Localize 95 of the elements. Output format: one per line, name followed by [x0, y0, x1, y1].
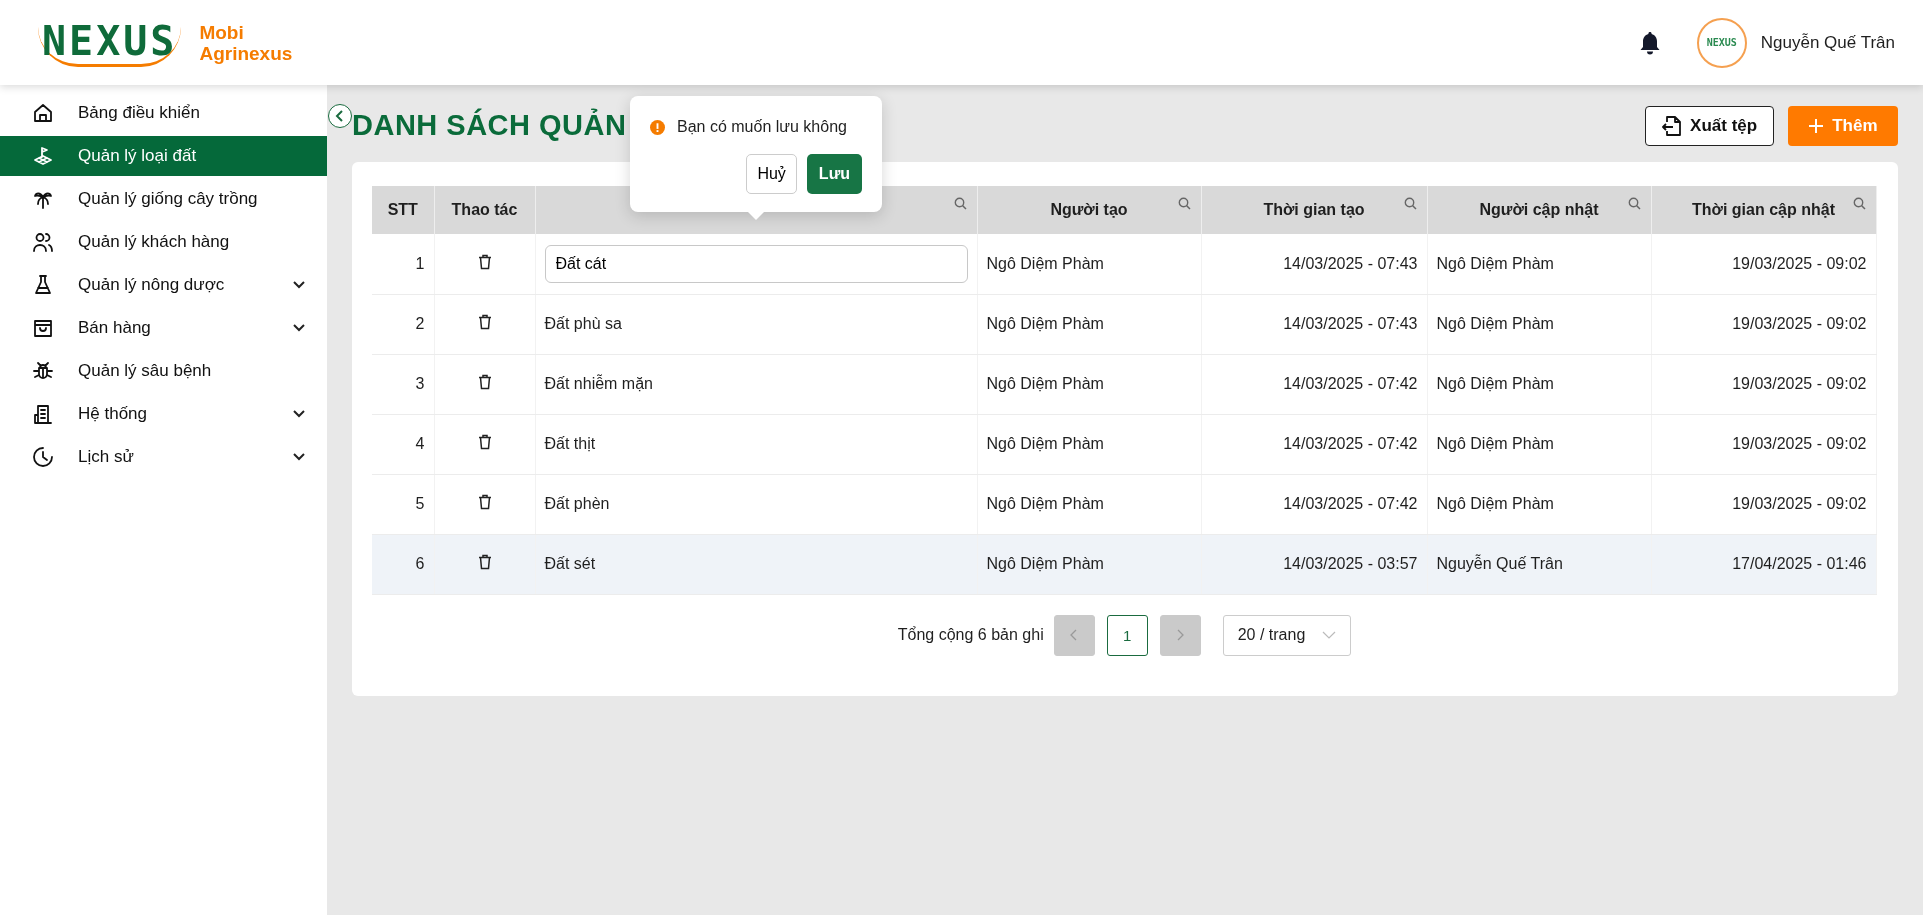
column-title: Thời gian cập nhật — [1692, 201, 1835, 218]
logo-mark: NEXUS — [38, 18, 182, 67]
search-icon[interactable] — [953, 197, 967, 210]
table-cell: Ngô Diệm Phàm — [986, 435, 1104, 452]
chevron-down-icon — [1321, 631, 1336, 639]
brand-name: Mobi — [199, 21, 245, 43]
sidebar-item[interactable]: Quản lý khách hàng — [0, 222, 327, 262]
soil-sprout-icon — [32, 145, 54, 167]
search-icon[interactable] — [1627, 197, 1641, 210]
trash-icon[interactable] — [477, 434, 492, 450]
table-cell: 19/03/2025 - 09:02 — [1732, 495, 1867, 512]
chevron-down-icon — [293, 453, 305, 461]
table-cell: 14/03/2025 - 07:42 — [1283, 375, 1418, 392]
shopping-bag-icon — [32, 317, 54, 339]
table-cell: Đất sét — [544, 555, 596, 572]
search-icon[interactable] — [1852, 197, 1866, 210]
chevron-down-icon — [293, 324, 305, 332]
column-title: Thời gian tạo — [1263, 201, 1365, 218]
table-cell: 19/03/2025 - 09:02 — [1732, 435, 1867, 452]
table-cell: Ngô Diệm Phàm — [1436, 435, 1554, 452]
trash-icon[interactable] — [477, 314, 492, 330]
table-cell: 6 — [415, 555, 425, 572]
notification-bell-icon[interactable] — [1638, 30, 1661, 55]
chevron-down-icon — [293, 281, 305, 289]
trash-icon[interactable] — [477, 374, 492, 390]
column-title: Thao tác — [451, 201, 518, 218]
table-cell: Ngô Diệm Phàm — [986, 315, 1104, 332]
page-button[interactable]: 1 — [1106, 614, 1148, 656]
sidebar-item[interactable]: Bán hàng — [0, 308, 327, 348]
flask-icon — [32, 274, 54, 296]
table-cell: 19/03/2025 - 09:02 — [1732, 375, 1867, 392]
home-icon — [32, 102, 54, 124]
table-cell: Ngô Diệm Phàm — [986, 555, 1104, 572]
table-cell: Ngô Diệm Phàm — [986, 375, 1104, 392]
total-records: Tổng cộng 6 bản ghi — [897, 626, 1044, 644]
building-icon — [32, 403, 54, 425]
trash-icon[interactable] — [477, 494, 492, 510]
avatar[interactable]: NEXUS — [1696, 17, 1747, 68]
table-cell: Đất thịt — [544, 435, 596, 452]
chevron-down-icon — [293, 410, 305, 418]
table-cell: 19/03/2025 - 09:02 — [1732, 254, 1867, 272]
brand-name: Agrinexus — [199, 42, 293, 64]
table-cell: Ngô Diệm Phàm — [1436, 254, 1554, 272]
table-cell: 1 — [415, 254, 425, 272]
table-cell: Ngô Diệm Phàm — [1436, 375, 1554, 392]
trash-icon[interactable] — [477, 253, 492, 270]
user-name[interactable]: Nguyễn Quế Trân — [1760, 32, 1895, 53]
sidebar-item[interactable]: Quản lý loại đất — [0, 136, 327, 176]
table-cell: Ngô Diệm Phàm — [1436, 495, 1554, 512]
sidebar-item[interactable]: Quản lý nông dược — [0, 265, 327, 305]
save-button[interactable]: Lưu — [806, 154, 862, 194]
cancel-button[interactable]: Huỷ — [746, 154, 797, 194]
sidebar-item[interactable]: Quản lý giống cây trồng — [0, 179, 327, 219]
table-cell: Đất phù sa — [544, 315, 622, 332]
table-cell: 3 — [415, 375, 425, 392]
table-cell: Ngô Diệm Phàm — [986, 495, 1104, 512]
search-icon[interactable] — [1403, 197, 1417, 210]
export-file-icon — [1662, 114, 1683, 137]
table-cell: 17/04/2025 - 01:46 — [1732, 555, 1867, 572]
table-cell: 14/03/2025 - 07:42 — [1283, 435, 1418, 452]
chevron-left-icon — [1070, 629, 1079, 641]
confirm-message: Bạn có muốn lưu không — [677, 118, 847, 136]
page-size-select[interactable]: 20 / trang — [1222, 614, 1351, 656]
sidebar-item[interactable]: Quản lý sâu bệnh — [0, 351, 327, 391]
table-cell: 14/03/2025 - 07:43 — [1283, 315, 1418, 332]
table-cell: 19/03/2025 - 09:02 — [1732, 315, 1867, 332]
table-cell: 5 — [415, 495, 425, 512]
clock-icon — [32, 446, 54, 468]
export-button[interactable]: Xuất tệp — [1645, 105, 1775, 146]
table-cell: Đất phèn — [544, 495, 610, 512]
name-input-field[interactable]: Đất cát — [544, 244, 968, 283]
table-cell: Nguyễn Quế Trân — [1436, 555, 1563, 572]
bug-icon — [32, 360, 54, 382]
sidebar-item[interactable]: Hệ thống — [0, 394, 327, 434]
warning-icon — [650, 119, 665, 135]
plus-icon — [1808, 117, 1825, 134]
table-cell: 4 — [415, 435, 425, 452]
column-title: Người cập nhật — [1479, 201, 1599, 218]
search-icon[interactable] — [1177, 197, 1191, 210]
table-cell: Ngô Diệm Phàm — [986, 254, 1104, 272]
column-title: Người tạo — [1050, 201, 1128, 218]
sidebar-item[interactable]: Lịch sử — [0, 437, 327, 477]
table-cell: 14/03/2025 - 07:42 — [1283, 495, 1418, 512]
sidebar-item[interactable]: Bảng điều khiển — [0, 93, 327, 133]
column-title: STT — [387, 201, 418, 218]
table-cell: 2 — [415, 315, 425, 332]
chevron-right-icon — [1176, 629, 1185, 641]
table-cell: 14/03/2025 - 03:57 — [1283, 555, 1418, 572]
page-title: DANH SÁCH QUẢN — [352, 109, 627, 142]
table-cell: 14/03/2025 - 07:43 — [1283, 254, 1418, 272]
table-cell: Đất nhiễm mặn — [544, 375, 653, 392]
users-icon — [32, 231, 54, 253]
trash-icon[interactable] — [477, 554, 492, 570]
chevron-left-icon — [335, 110, 345, 122]
table-cell: Ngô Diệm Phàm — [1436, 315, 1554, 332]
